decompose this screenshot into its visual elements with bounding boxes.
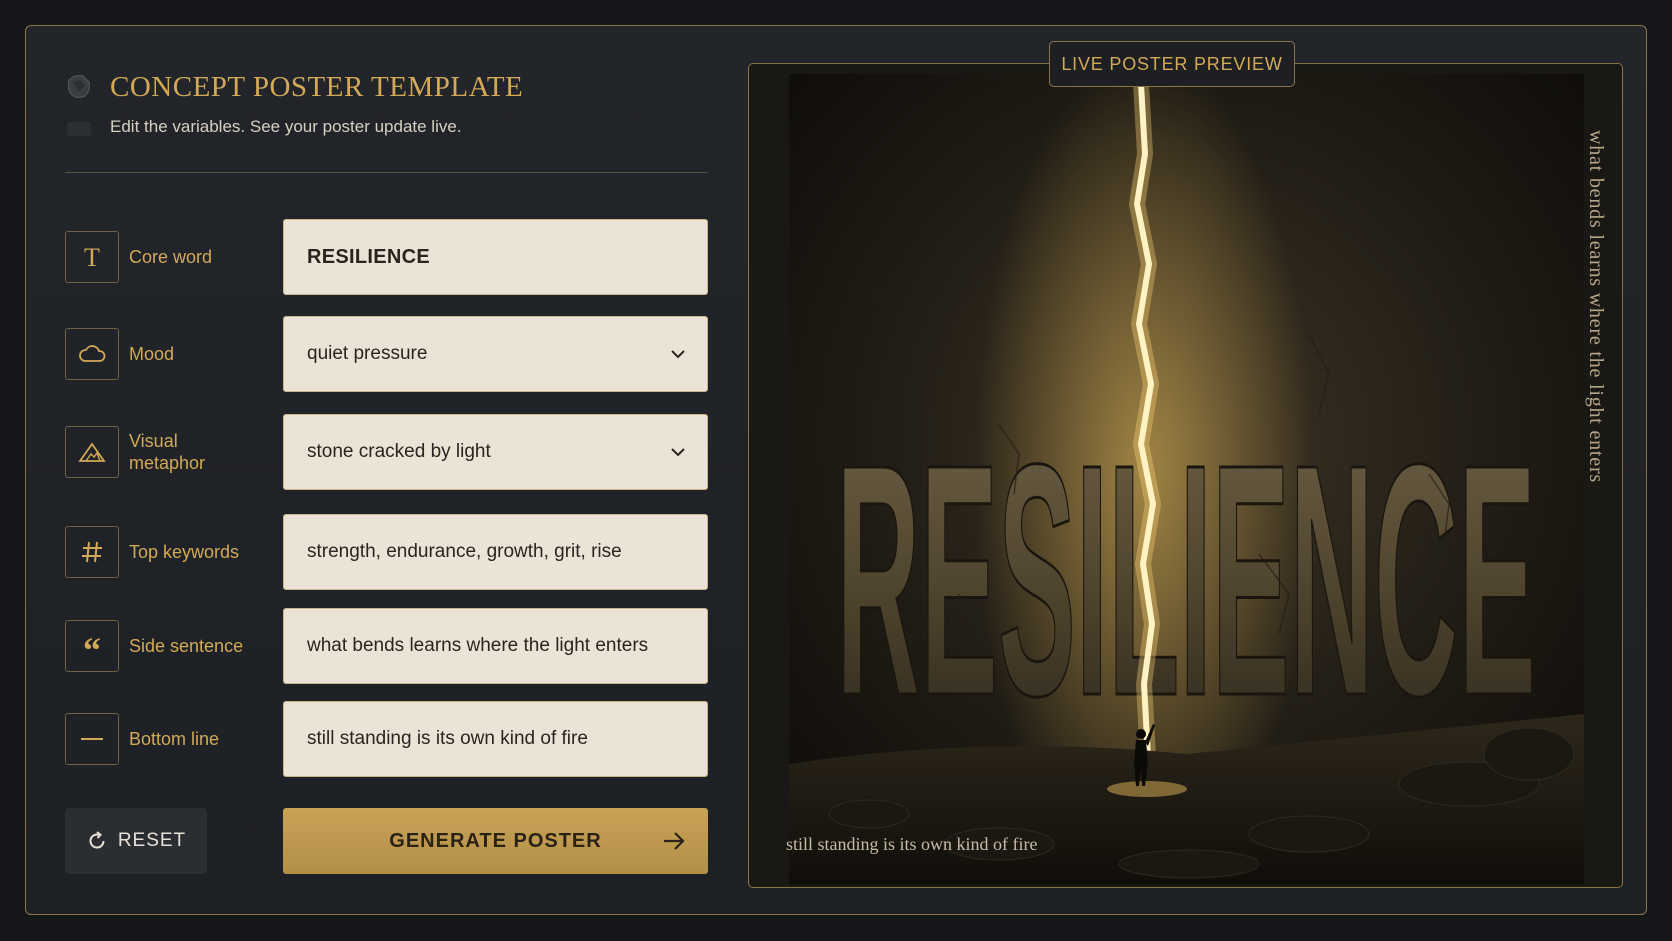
mood-label: Mood: [129, 344, 175, 364]
core-word-label: Core word: [129, 247, 213, 267]
row-bottom-line: Bottom line still standing is its own ki…: [65, 701, 708, 777]
row-core-word: T Core word RESILIENCE: [65, 219, 708, 295]
reset-button[interactable]: RESET: [65, 808, 207, 874]
reset-label: RESET: [117, 830, 187, 851]
core-word-input[interactable]: RESILIENCE: [283, 219, 708, 295]
visual-metaphor-select[interactable]: stone cracked by light: [283, 414, 708, 490]
generate-poster-label: GENERATE POSTER: [389, 829, 602, 852]
arrow-right-icon: [664, 832, 685, 850]
top-keywords-label: Top keywords: [129, 542, 240, 562]
visual-metaphor-value: stone cracked by light: [307, 441, 491, 462]
bottom-line-label: Bottom line: [129, 729, 220, 749]
svg-text:T: T: [84, 245, 100, 269]
top-keywords-input[interactable]: strength, endurance, growth, grit, rise: [283, 514, 708, 590]
chevron-down-icon: [671, 448, 685, 457]
dash-icon: [65, 713, 119, 765]
generate-poster-button[interactable]: GENERATE POSTER: [283, 808, 708, 874]
row-mood: Mood quiet pressure: [65, 316, 708, 392]
svg-text:“: “: [83, 636, 101, 656]
mountain-icon: [65, 426, 119, 478]
poster-bottom-line: still standing is its own kind of fire: [786, 834, 1038, 854]
reset-icon: [89, 831, 105, 849]
logo-icon: [67, 75, 90, 99]
poster-artwork: RESILIENCE: [789, 74, 1584, 884]
mood-value: quiet pressure: [307, 343, 428, 364]
mood-select[interactable]: quiet pressure: [283, 316, 708, 392]
logo-shadow-icon: [67, 122, 91, 136]
page-title: CONCEPT POSTER TEMPLATE: [110, 71, 524, 103]
row-visual-metaphor: Visual metaphor stone cracked by light: [65, 414, 708, 490]
visual-metaphor-label: Visual metaphor: [129, 431, 206, 473]
header-divider: [65, 172, 708, 173]
bottom-line-input[interactable]: still standing is its own kind of fire: [283, 701, 708, 777]
preview-tab: LIVE POSTER PREVIEW: [1049, 41, 1295, 87]
page-subtitle: Edit the variables. See your poster upda…: [110, 117, 462, 136]
row-side-sentence: “ Side sentence what bends learns where …: [65, 608, 708, 684]
side-sentence-input[interactable]: what bends learns where the light enters: [283, 608, 708, 684]
chevron-down-icon: [671, 350, 685, 359]
side-sentence-label: Side sentence: [129, 636, 244, 656]
poster-preview: RESILIENCE: [748, 63, 1623, 888]
text-icon: T: [65, 231, 119, 283]
hash-icon: [65, 526, 119, 578]
cloud-icon: [65, 328, 119, 380]
poster-side-sentence: what bends learns where the light enters: [1585, 130, 1607, 484]
quote-icon: “: [65, 620, 119, 672]
poster-core-word: RESILIENCE: [836, 395, 1536, 764]
row-top-keywords: Top keywords strength, endurance, growth…: [65, 514, 708, 590]
